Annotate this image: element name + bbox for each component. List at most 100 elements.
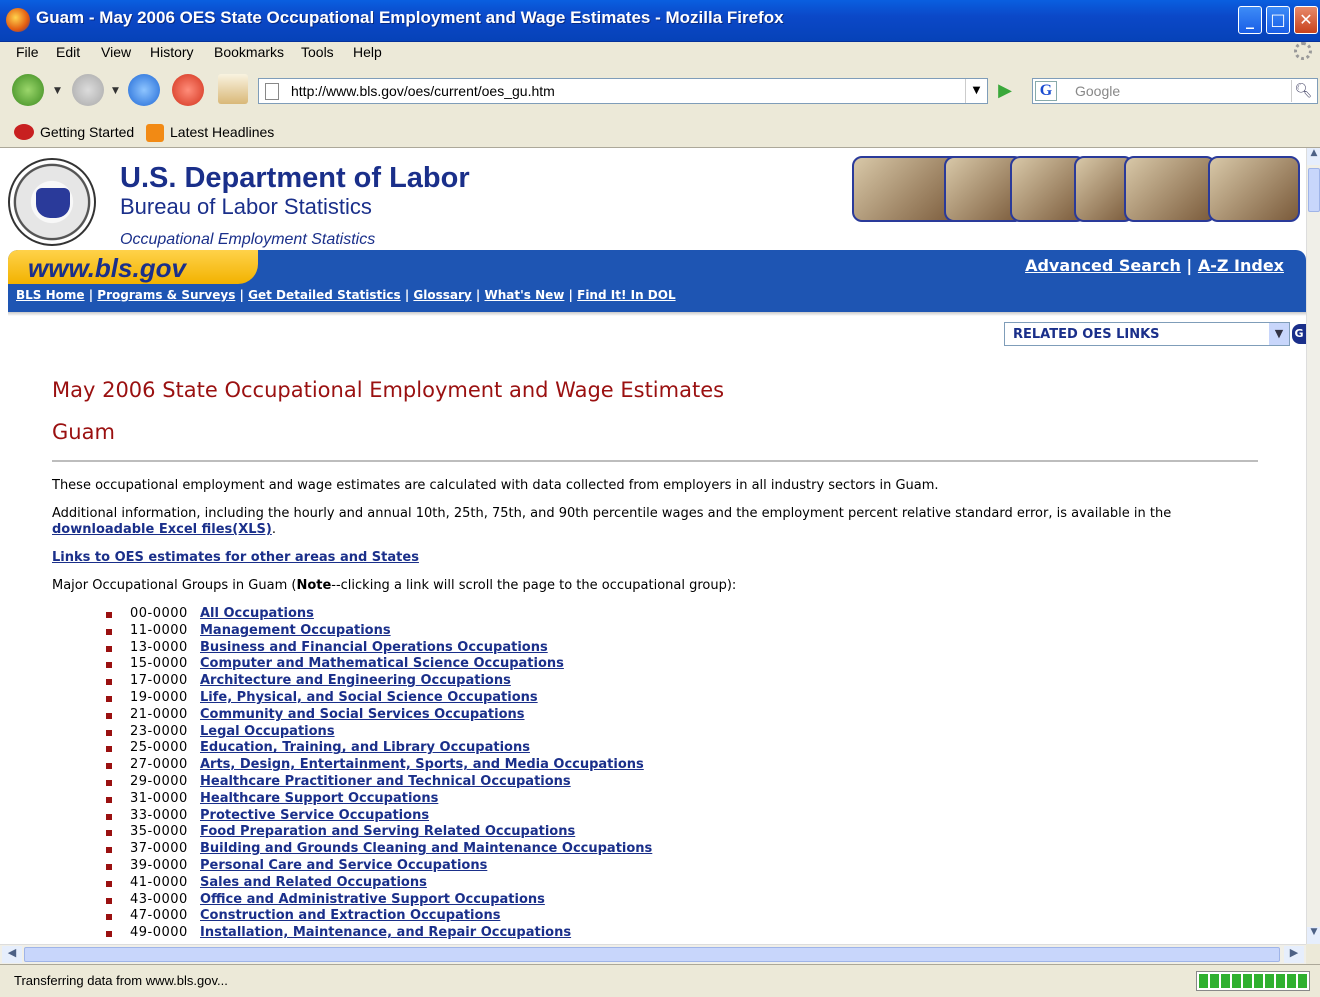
title-bar[interactable]: Guam - May 2006 OES State Occupational E… — [0, 0, 1320, 42]
menu-edit[interactable]: Edit — [56, 44, 80, 60]
maximize-button[interactable]: □ — [1266, 6, 1290, 34]
menu-view[interactable]: View — [101, 44, 131, 60]
bookmarks-toolbar: Getting Started Latest Headlines — [0, 116, 1320, 148]
forward-history-dropdown-icon[interactable]: ▼ — [112, 86, 119, 96]
related-go-button[interactable]: G — [1292, 324, 1306, 344]
menu-bar: File Edit View History Bookmarks Tools H… — [0, 42, 1320, 64]
page-heading: May 2006 State Occupational Employment a… — [52, 378, 725, 402]
groups-intro: Major Occupational Groups in Guam (Note-… — [52, 578, 1272, 594]
scroll-left-icon[interactable]: ◀ — [2, 946, 22, 963]
groups-intro-start: Major Occupational Groups in Guam ( — [52, 578, 297, 593]
menu-tools[interactable]: Tools — [301, 44, 334, 60]
horizontal-scrollbar[interactable]: ◀ ▶ — [0, 944, 1306, 964]
other-areas-link[interactable]: Links to OES estimates for other areas a… — [52, 550, 419, 565]
browser-window: Guam - May 2006 OES State Occupational E… — [0, 0, 1320, 997]
occupation-group-link[interactable]: Sales and Related Occupations — [200, 875, 427, 892]
occupation-group-link[interactable]: All Occupations — [200, 606, 314, 623]
occupation-code: 17-0000 — [130, 673, 188, 689]
bullet-icon — [106, 931, 112, 938]
back-arrow-icon[interactable] — [12, 74, 44, 106]
go-arrow-icon[interactable]: ▶ — [994, 80, 1016, 102]
occupation-group-link[interactable]: Healthcare Support Occupations — [200, 791, 438, 808]
occupation-group-link[interactable]: Architecture and Engineering Occupations — [200, 673, 511, 690]
bookmark-getting-started[interactable]: Getting Started — [40, 124, 134, 140]
bls-subtitle[interactable]: Bureau of Labor Statistics — [120, 194, 372, 220]
progress-fill — [1199, 974, 1307, 988]
bookmark-latest-headlines[interactable]: Latest Headlines — [170, 124, 274, 140]
nav-bls-home[interactable]: BLS Home — [16, 288, 85, 302]
photo-6 — [1208, 156, 1300, 222]
back-history-dropdown-icon[interactable]: ▼ — [54, 86, 61, 96]
nav-glossary[interactable]: Glossary — [413, 288, 471, 302]
reload-icon[interactable] — [128, 74, 160, 106]
chevron-down-icon[interactable]: ▼ — [1269, 323, 1289, 345]
dol-title[interactable]: U.S. Department of Labor — [120, 162, 470, 195]
occupation-group-link[interactable]: Arts, Design, Entertainment, Sports, and… — [200, 757, 644, 774]
google-engine-icon[interactable]: G — [1035, 81, 1057, 101]
vertical-scrollbar[interactable]: ▲ ▼ — [1306, 148, 1320, 944]
occupation-group-link[interactable]: Installation, Maintenance, and Repair Oc… — [200, 925, 571, 942]
photo-5 — [1124, 156, 1216, 222]
excel-files-link[interactable]: downloadable Excel files(XLS) — [52, 522, 272, 537]
occupation-code: 47-0000 — [130, 908, 188, 924]
menu-bookmarks[interactable]: Bookmarks — [214, 44, 284, 60]
menu-history[interactable]: History — [150, 44, 194, 60]
bullet-icon — [106, 712, 112, 719]
bullet-icon — [106, 763, 112, 770]
url-text[interactable]: http://www.bls.gov/oes/current/oes_gu.ht… — [291, 83, 555, 99]
horizontal-scroll-thumb[interactable] — [24, 947, 1280, 962]
occupation-group-link[interactable]: Office and Administrative Support Occupa… — [200, 892, 545, 909]
nav-whats-new[interactable]: What's New — [485, 288, 565, 302]
menu-file[interactable]: File — [16, 44, 39, 60]
nav-shadow — [8, 312, 1306, 316]
intro-paragraph: These occupational employment and wage e… — [52, 478, 939, 493]
address-bar[interactable]: http://www.bls.gov/oes/current/oes_gu.ht… — [258, 78, 988, 104]
occupation-group-link[interactable]: Computer and Mathematical Science Occupa… — [200, 656, 564, 673]
occupation-group-link[interactable]: Building and Grounds Cleaning and Mainte… — [200, 841, 652, 858]
scroll-right-icon[interactable]: ▶ — [1284, 946, 1304, 963]
search-magnifier-icon[interactable]: 🔍︎ — [1291, 80, 1315, 102]
occupation-group-link[interactable]: Management Occupations — [200, 623, 391, 640]
bullet-icon — [106, 662, 112, 669]
occupation-code: 35-0000 — [130, 824, 188, 840]
occupation-group-link[interactable]: Life, Physical, and Social Science Occup… — [200, 690, 538, 707]
scroll-down-icon[interactable]: ▼ — [1307, 927, 1320, 944]
url-dropdown-icon[interactable]: ▼ — [965, 79, 987, 103]
occupation-group-link[interactable]: Personal Care and Service Occupations — [200, 858, 487, 875]
search-box[interactable]: G Google 🔍︎ — [1032, 78, 1318, 104]
az-index-link[interactable]: A-Z Index — [1198, 256, 1284, 275]
occupation-group-link[interactable]: Construction and Extraction Occupations — [200, 908, 500, 925]
occupation-code: 00-0000 — [130, 606, 188, 621]
close-button[interactable]: ✕ — [1294, 6, 1318, 34]
progress-bar — [1196, 971, 1310, 991]
bullet-icon — [106, 729, 112, 736]
www-bls-logo[interactable]: www.bls.gov — [28, 253, 186, 284]
nav-programs-surveys[interactable]: Programs & Surveys — [97, 288, 235, 302]
vertical-scroll-thumb[interactable] — [1308, 168, 1320, 212]
occupation-group-link[interactable]: Protective Service Occupations — [200, 808, 429, 825]
activity-throbber-icon — [1294, 42, 1312, 60]
home-icon[interactable] — [218, 74, 248, 104]
nav-detailed-statistics[interactable]: Get Detailed Statistics — [248, 288, 401, 302]
occupation-group-link[interactable]: Legal Occupations — [200, 724, 335, 741]
occupation-group-link[interactable]: Food Preparation and Serving Related Occ… — [200, 824, 575, 841]
link-separator: | — [1186, 256, 1193, 275]
scroll-up-icon[interactable]: ▲ — [1307, 148, 1320, 165]
forward-arrow-icon[interactable] — [72, 74, 104, 106]
stop-icon[interactable] — [172, 74, 204, 106]
occupation-group-link[interactable]: Healthcare Practitioner and Technical Oc… — [200, 774, 571, 791]
search-input[interactable]: Google — [1075, 83, 1120, 99]
navigation-toolbar: ▼ ▼ http://www.bls.gov/oes/current/oes_g… — [0, 64, 1320, 116]
menu-help[interactable]: Help — [353, 44, 382, 60]
advanced-search-link[interactable]: Advanced Search — [1025, 256, 1181, 275]
occupation-group-link[interactable]: Community and Social Services Occupation… — [200, 707, 525, 724]
occupation-code: 37-0000 — [130, 841, 188, 857]
related-oes-links-select[interactable]: RELATED OES LINKS ▼ — [1004, 322, 1290, 346]
nav-find-it-in-dol[interactable]: Find It! In DOL — [577, 288, 675, 302]
status-bar: Transferring data from www.bls.gov... — [0, 964, 1320, 997]
occupation-group-link[interactable]: Education, Training, and Library Occupat… — [200, 740, 530, 757]
minimize-button[interactable]: _ — [1238, 6, 1262, 34]
groups-intro-note: Note — [296, 578, 332, 593]
bullet-icon — [106, 746, 112, 753]
occupation-group-link[interactable]: Business and Financial Operations Occupa… — [200, 640, 548, 657]
